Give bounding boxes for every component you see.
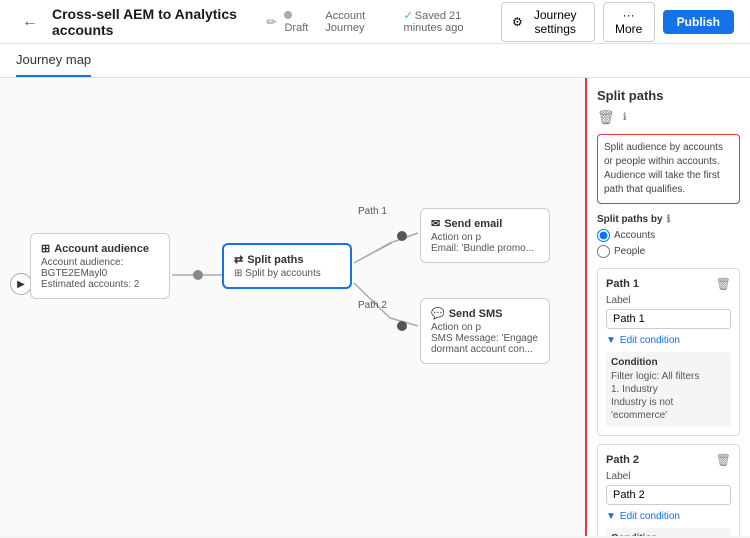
radio-group: Accounts People [597,229,740,258]
path2-label: Path 2 [358,300,387,311]
email-subtitle: Action on p [431,232,539,243]
path1-condition-detail: Filter logic: All filters 1. Industry In… [611,370,726,422]
account-journey-label: Account Journey [325,10,391,34]
play-button[interactable]: ▶ [10,273,32,295]
filter2-icon: ▼ [606,511,616,522]
email-icon: ✉ [431,217,440,230]
info-panel-button[interactable]: ℹ [623,109,627,126]
email-message: Email: 'Bundle promo... [431,243,539,254]
journey-canvas[interactable]: ▶ ⊞ Account audience Account audience: B… [0,78,585,536]
path2-label-text: Label [606,471,731,482]
path1-label-text: Label [606,295,731,306]
send-sms-node[interactable]: 💬 Send SMS Action on p SMS Message: 'Eng… [420,298,550,364]
path2-block-header: Path 2 🗑 [606,453,731,467]
header-right: ⚙ Journey settings ··· More Publish [501,2,734,42]
split-by-info-icon: ℹ [667,214,671,225]
more-icon: ··· [623,8,635,22]
path2-edit-condition-button[interactable]: ▼ Edit condition [606,511,680,522]
split-by-label: Split paths by ℹ [597,214,740,225]
journey-settings-button[interactable]: ⚙ Journey settings [501,2,595,42]
path1-block-title: Path 1 [606,278,639,290]
panel-toolbar: 🗑 ℹ [597,109,740,126]
radio-people[interactable]: People [597,245,740,258]
page-title: Cross-sell AEM to Analytics accounts [52,6,258,38]
split-paths-node[interactable]: ⇄ Split paths ⊞ Split by accounts [222,243,352,289]
radio-accounts[interactable]: Accounts [597,229,740,242]
path2-condition-box: Condition Filter logic: All filters 1. I… [606,528,731,536]
panel-title: Split paths [597,88,740,103]
path1-block-header: Path 1 🗑 [606,277,731,291]
sub-header: Journey map [0,44,750,78]
back-button[interactable]: ← [16,11,44,33]
path1-delete-button[interactable]: 🗑 [716,277,731,291]
draft-badge: Draft [284,10,313,34]
audience-icon: ⊞ [41,242,50,255]
path1-condition-title: Condition [611,357,726,368]
header-left: ← Cross-sell AEM to Analytics accounts ✏… [16,6,501,38]
edit-title-icon[interactable]: ✏ [266,15,276,29]
delete-panel-button[interactable]: 🗑 [597,109,615,126]
header: ← Cross-sell AEM to Analytics accounts ✏… [0,0,750,44]
main-layout: ▶ ⊞ Account audience Account audience: B… [0,78,750,536]
sms-subtitle: Action on p [431,322,539,333]
tab-journey-map[interactable]: Journey map [16,44,91,77]
publish-button[interactable]: Publish [663,10,734,34]
more-button[interactable]: ··· More [603,2,655,42]
path1-edit-condition-button[interactable]: ▼ Edit condition [606,335,680,346]
panel-description: Split audience by accounts or people wit… [597,134,740,204]
path2-block: Path 2 🗑 Label ▼ Edit condition Conditio… [597,444,740,536]
split-icon: ⇄ [234,253,243,266]
path1-label-input[interactable] [606,309,731,329]
header-meta: Draft Account Journey ✓Saved 21 minutes … [284,9,501,34]
audience-subtitle: Account audience: BGTE2EMayl0 Estimated … [41,257,159,290]
settings-icon: ⚙ [512,15,523,29]
audience-node[interactable]: ⊞ Account audience Account audience: BGT… [30,233,170,299]
saved-status: ✓Saved 21 minutes ago [404,9,501,34]
split-subtitle: ⊞ Split by accounts [234,268,340,279]
split-type-icon: ⊞ [234,268,242,279]
path1-block: Path 1 🗑 Label ▼ Edit condition Conditio… [597,268,740,436]
path2-label-input[interactable] [606,485,731,505]
play-icon: ▶ [17,279,25,290]
path1-condition-box: Condition Filter logic: All filters 1. I… [606,352,731,427]
right-panel: Split paths 🗑 ℹ Split audience by accoun… [585,78,750,536]
path2-block-title: Path 2 [606,454,639,466]
path2-delete-button[interactable]: 🗑 [716,453,731,467]
path2-condition-title: Condition [611,533,726,536]
path1-label: Path 1 [358,206,387,217]
filter-icon: ▼ [606,335,616,346]
send-email-node[interactable]: ✉ Send email Action on p Email: 'Bundle … [420,208,550,263]
sms-message: SMS Message: 'Engage dormant account con… [431,333,539,355]
sms-icon: 💬 [431,307,445,320]
